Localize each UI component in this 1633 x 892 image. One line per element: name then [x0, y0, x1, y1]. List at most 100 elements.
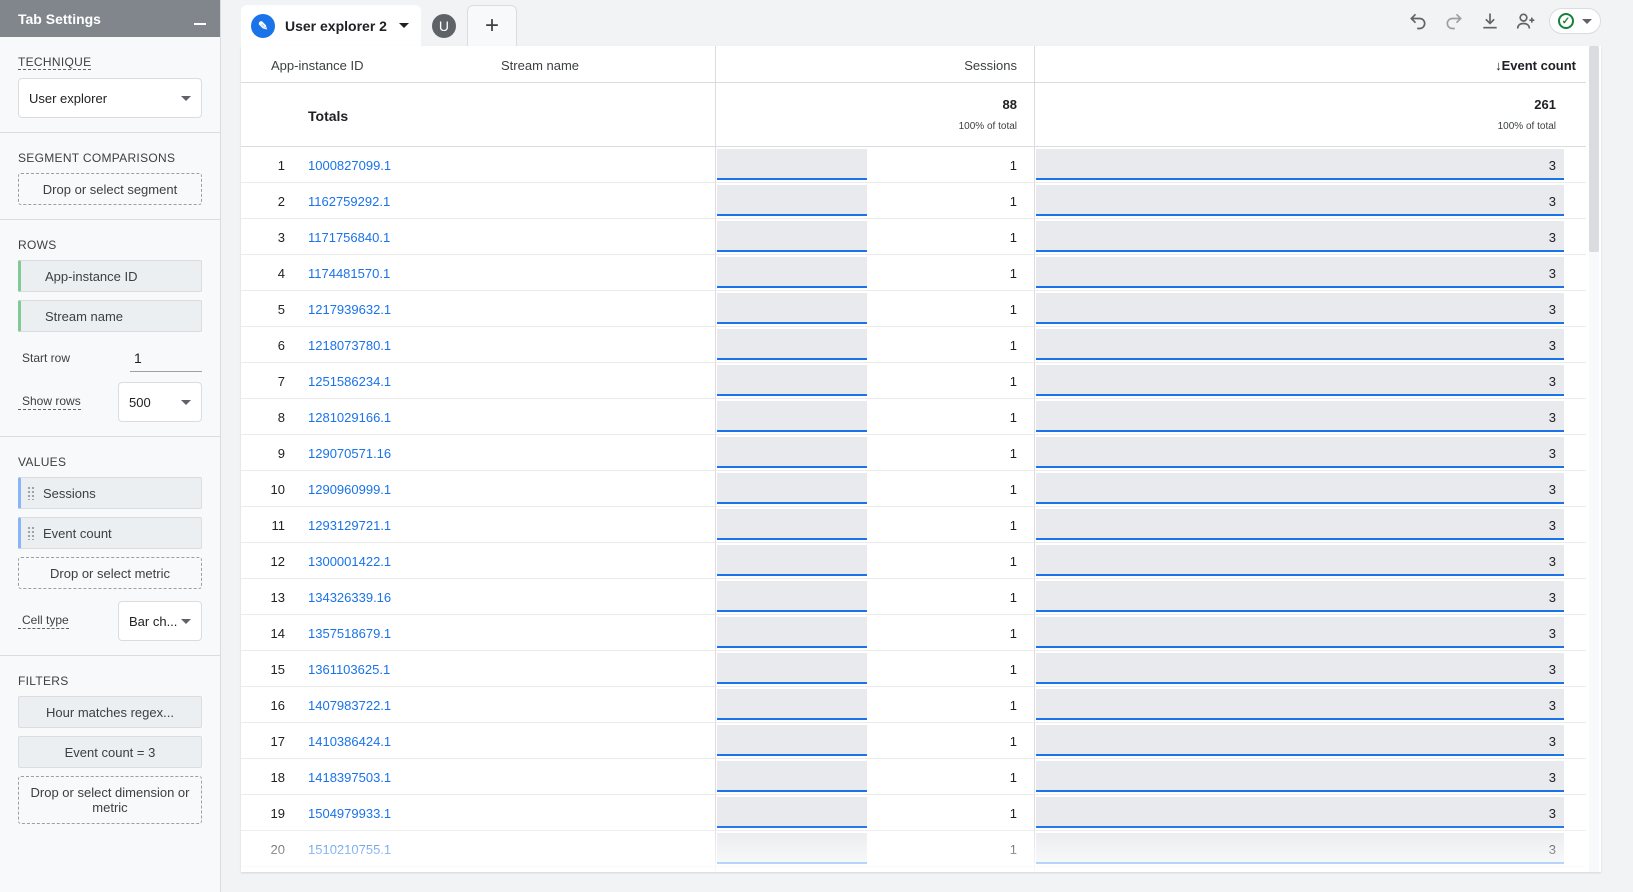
segment-dropzone[interactable]: Drop or select segment — [18, 173, 202, 205]
table-row[interactable]: 8 1281029166.1 1 3 — [241, 399, 1586, 435]
value-metric-chip[interactable]: Event count — [18, 517, 202, 549]
event-count-value: 3 — [1548, 590, 1556, 605]
cell-type-select[interactable]: Bar ch... — [118, 601, 202, 641]
redo-icon[interactable] — [1441, 8, 1467, 34]
values-label: VALUES — [18, 455, 67, 469]
event-count-value: 3 — [1548, 518, 1556, 533]
app-instance-id-link[interactable]: 1418397503.1 — [308, 770, 401, 785]
add-tab-button[interactable]: + — [466, 5, 517, 46]
table-row[interactable]: 17 1410386424.1 1 3 — [241, 723, 1586, 759]
table-row[interactable]: 19 1504979933.1 1 3 — [241, 795, 1586, 831]
drag-handle-icon[interactable] — [27, 526, 35, 540]
undo-icon[interactable] — [1405, 8, 1431, 34]
row-index: 18 — [270, 770, 285, 785]
cell-type-control: Cell type Bar ch... — [18, 601, 202, 641]
row-dimension-chip[interactable]: Stream name — [18, 300, 202, 332]
table-row[interactable]: 15 1361103625.1 1 3 — [241, 651, 1586, 687]
table-row[interactable]: 14 1357518679.1 1 3 — [241, 615, 1586, 651]
plus-icon: + — [484, 12, 499, 39]
drag-handle-icon[interactable] — [27, 486, 35, 500]
tab-avatar[interactable]: U — [421, 5, 467, 46]
chevron-down-icon — [1582, 18, 1592, 24]
table-row[interactable]: 20 1510210755.1 1 3 — [241, 831, 1586, 867]
app-instance-id-link[interactable]: 1174481570.1 — [308, 266, 401, 281]
table-row[interactable]: 13 134326339.16 1 3 — [241, 579, 1586, 615]
share-user-icon[interactable] — [1513, 8, 1539, 34]
app-instance-id-link[interactable]: 1162759292.1 — [308, 194, 401, 209]
filter-chip[interactable]: Event count = 3 — [18, 736, 202, 768]
event-count-value: 3 — [1548, 806, 1556, 821]
app-instance-id-link[interactable]: 1361103625.1 — [308, 662, 401, 677]
value-metric-chip[interactable]: Sessions — [18, 477, 202, 509]
minimize-icon[interactable] — [194, 22, 206, 25]
sessions-value: 1 — [1009, 662, 1017, 677]
sessions-value: 1 — [1009, 626, 1017, 641]
table-row[interactable]: 16 1407983722.1 1 3 — [241, 687, 1586, 723]
app-instance-id-link[interactable]: 134326339.16 — [308, 590, 401, 605]
row-index: 15 — [270, 662, 285, 677]
row-index: 9 — [277, 446, 285, 461]
sessions-bar — [717, 221, 867, 252]
show-rows-select[interactable]: 500 — [118, 382, 202, 422]
header-event-count[interactable]: ↓Event count — [1461, 58, 1576, 73]
scrollbar-thumb[interactable] — [1589, 46, 1599, 252]
table-row[interactable]: 11 1293129721.1 1 3 — [241, 507, 1586, 543]
row-index: 13 — [270, 590, 285, 605]
filter-dropzone[interactable]: Drop or select dimension or metric — [18, 776, 202, 824]
app-instance-id-link[interactable]: 1000827099.1 — [308, 158, 401, 173]
header-event-count-label: Event count — [1501, 58, 1576, 73]
event-count-value: 3 — [1548, 662, 1556, 677]
sessions-value: 1 — [1009, 410, 1017, 425]
event-count-value: 3 — [1548, 302, 1556, 317]
sessions-bar — [717, 797, 867, 828]
start-row-input[interactable] — [130, 344, 202, 372]
app-instance-id-link[interactable]: 1218073780.1 — [308, 338, 401, 353]
table-row[interactable]: 4 1174481570.1 1 3 — [241, 255, 1586, 291]
header-stream-name[interactable]: Stream name — [501, 58, 579, 73]
table-row[interactable]: 3 1171756840.1 1 3 — [241, 219, 1586, 255]
download-icon[interactable] — [1477, 8, 1503, 34]
totals-sessions-pct: 100% of total — [958, 121, 1017, 132]
technique-select[interactable]: User explorer — [18, 78, 202, 118]
app-instance-id-link[interactable]: 1281029166.1 — [308, 410, 401, 425]
row-dimension-chip[interactable]: App-instance ID — [18, 260, 202, 292]
table-row[interactable]: 2 1162759292.1 1 3 — [241, 183, 1586, 219]
table-row[interactable]: 1 1000827099.1 1 3 — [241, 147, 1586, 183]
app-instance-id-link[interactable]: 1300001422.1 — [308, 554, 401, 569]
row-index: 19 — [270, 806, 285, 821]
header-app-instance-id[interactable]: App-instance ID — [271, 58, 364, 73]
status-menu[interactable]: ✓ — [1549, 8, 1601, 34]
table-row[interactable]: 18 1418397503.1 1 3 — [241, 759, 1586, 795]
chevron-down-icon[interactable] — [398, 23, 409, 28]
app-instance-id-link[interactable]: 1410386424.1 — [308, 734, 401, 749]
app-instance-id-link[interactable]: 129070571.16 — [308, 446, 401, 461]
row-index: 11 — [271, 518, 286, 533]
filter-chip[interactable]: Hour matches regex... — [18, 696, 202, 728]
table-row[interactable]: 10 1290960999.1 1 3 — [241, 471, 1586, 507]
app-instance-id-link[interactable]: 1504979933.1 — [308, 806, 401, 821]
app-instance-id-link[interactable]: 1407983722.1 — [308, 698, 401, 713]
app-instance-id-link[interactable]: 1290960999.1 — [308, 482, 401, 497]
sessions-value: 1 — [1009, 698, 1017, 713]
table-row[interactable]: 9 129070571.16 1 3 — [241, 435, 1586, 471]
table-row[interactable]: 5 1217939632.1 1 3 — [241, 291, 1586, 327]
app-instance-id-link[interactable]: 1357518679.1 — [308, 626, 401, 641]
app-instance-id-link[interactable]: 1251586234.1 — [308, 374, 401, 389]
segments-label: SEGMENT COMPARISONS — [18, 151, 176, 165]
pencil-icon[interactable]: ✎ — [251, 13, 275, 38]
table-row[interactable]: 6 1218073780.1 1 3 — [241, 327, 1586, 363]
tab-user-explorer-2[interactable]: ✎ User explorer 2 — [241, 5, 421, 46]
app-instance-id-link[interactable]: 1293129721.1 — [308, 518, 401, 533]
table-row[interactable]: 12 1300001422.1 1 3 — [241, 543, 1586, 579]
row-index: 12 — [270, 554, 285, 569]
metric-dropzone[interactable]: Drop or select metric — [18, 557, 202, 589]
app-instance-id-link[interactable]: 1217939632.1 — [308, 302, 401, 317]
app-instance-id-link[interactable]: 1510210755.1 — [308, 842, 401, 857]
row-index: 3 — [277, 230, 285, 245]
table-row[interactable]: 7 1251586234.1 1 3 — [241, 363, 1586, 399]
header-sessions[interactable]: Sessions — [931, 58, 1017, 73]
event-count-value: 3 — [1548, 554, 1556, 569]
event-count-value: 3 — [1548, 374, 1556, 389]
app-instance-id-link[interactable]: 1171756840.1 — [308, 230, 401, 245]
sessions-bar — [717, 185, 867, 216]
